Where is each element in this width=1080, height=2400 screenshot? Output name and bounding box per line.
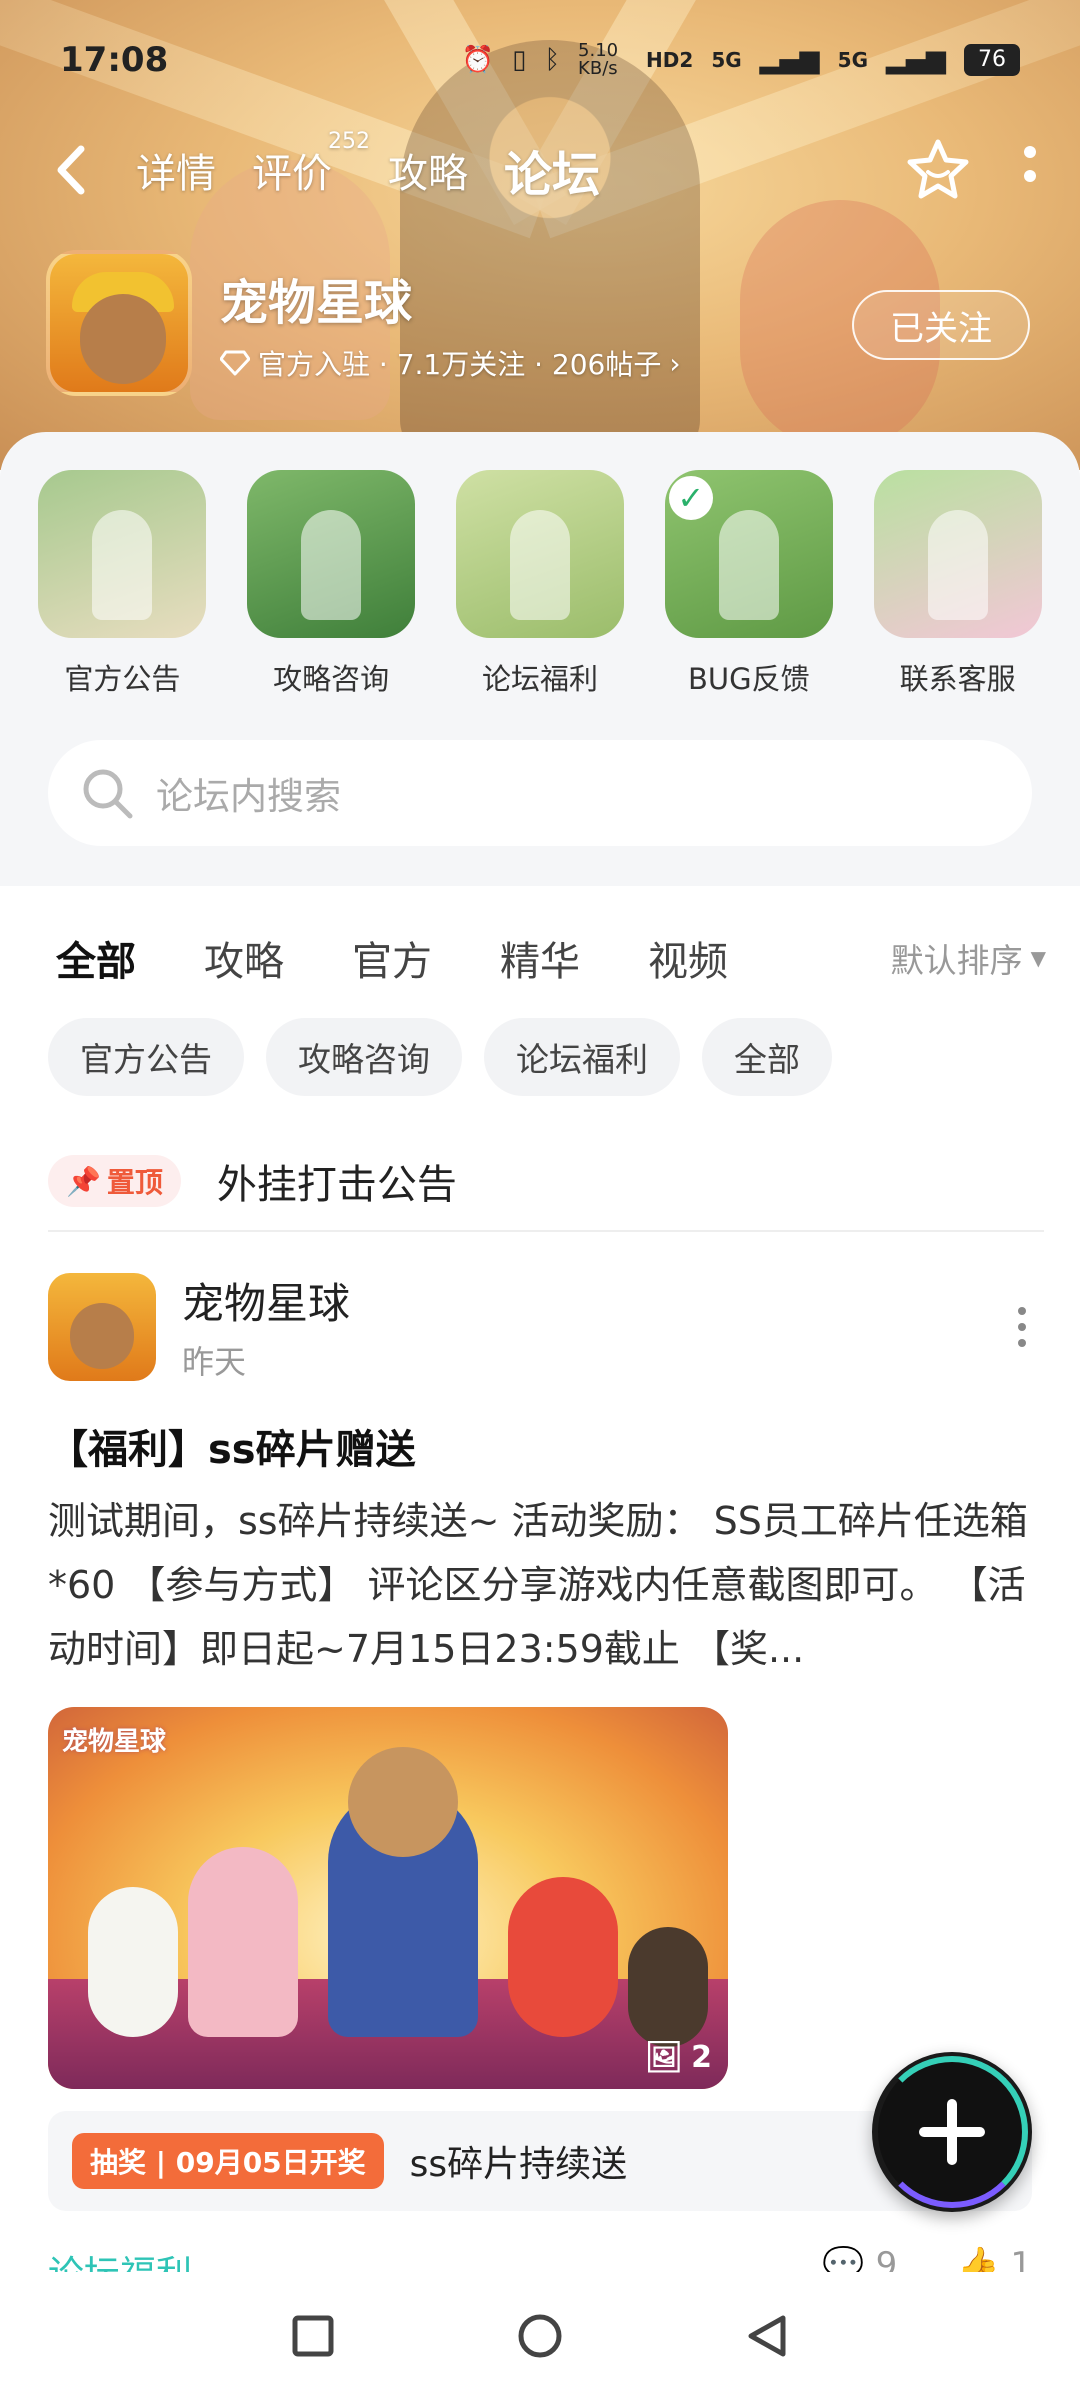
gallery-icon: 🖼 <box>645 2040 684 2075</box>
back-arrow-icon <box>57 145 85 195</box>
pinned-badge: 📌 置顶 <box>48 1155 181 1207</box>
quick-link-image <box>247 470 416 638</box>
post-author: 宠物星球 昨天 <box>48 1270 1032 1383</box>
signal-5g-1: 5G <box>711 48 742 72</box>
author-name[interactable]: 宠物星球 <box>182 1270 350 1331</box>
quick-link-image: ✓ <box>664 470 833 638</box>
screen: { "status_bar": {"time": "17:08", "net_s… <box>0 0 1080 2400</box>
pinned-post[interactable]: 📌 置顶 外挂打击公告 <box>48 1132 1044 1232</box>
home-circle-icon[interactable] <box>516 2312 564 2360</box>
bluetooth-icon: ᛒ <box>544 45 561 75</box>
diamond-icon <box>220 350 250 376</box>
filter-tab-video[interactable]: 视频 <box>648 929 728 987</box>
caret-down-icon: ▼ <box>1030 946 1046 970</box>
search-icon <box>83 769 133 819</box>
chip-guide-consult[interactable]: 攻略咨询 <box>266 1018 462 1096</box>
reviews-count-badge: 252 <box>328 129 370 154</box>
image-count-value: 2 <box>691 2040 712 2075</box>
post-time: 昨天 <box>182 1343 247 1381</box>
net-speed: 5.10 KB/s <box>578 40 619 79</box>
back-triangle-icon[interactable] <box>745 2312 789 2360</box>
signal-5g-2: 5G <box>837 48 868 72</box>
quick-link-bug-feedback[interactable]: ✓ BUG反馈 <box>664 470 834 698</box>
quick-link-label: BUG反馈 <box>687 662 810 696</box>
pin-icon: 📌 <box>66 1164 101 1198</box>
signal-bars-icon: ▂▄▆ <box>759 45 820 75</box>
post-more-icon[interactable] <box>1018 1306 1026 1347</box>
lottery-badge: 抽奖 | 09月05日开奖 <box>72 2133 384 2189</box>
image-logo: 宠物星球 <box>62 1727 167 1757</box>
chip-forum-benefits[interactable]: 论坛福利 <box>484 1018 680 1096</box>
quick-link-label: 攻略咨询 <box>273 662 390 696</box>
status-bar: 17:08 ⏰ ▯ ᛒ 5.10 KB/s HD2 5G ▂▄▆ 5G ▂▄▆ … <box>0 0 1080 120</box>
top-nav: 详情 评价 252 攻略 论坛 <box>0 120 1080 220</box>
vibrate-icon: ▯ <box>512 45 527 75</box>
post-title: 【福利】ss碎片赠送 <box>48 1427 416 1473</box>
chevron-right-icon: › <box>669 346 681 380</box>
filter-tab-guides[interactable]: 攻略 <box>204 929 284 987</box>
quick-link-guide-consult[interactable]: 攻略咨询 <box>246 470 416 698</box>
tab-guides[interactable]: 攻略 <box>388 141 468 199</box>
sort-dropdown[interactable]: 默认排序 ▼ <box>891 934 1046 982</box>
post-body: 测试期间，ss碎片持续送~ 活动奖励： SS员工碎片任选箱*60 【参与方式】 … <box>48 1499 1028 1671</box>
follow-button[interactable]: 已关注 <box>852 290 1030 360</box>
game-meta-text: 官方入驻 · 7.1万关注 · 206帖子 <box>258 348 662 381</box>
filter-tabs: 全部 攻略 官方 精华 视频 默认排序 ▼ <box>56 918 1046 998</box>
image-count: 🖼 2 <box>645 2040 712 2075</box>
pinned-title: 外挂打击公告 <box>216 1162 457 1208</box>
avatar[interactable] <box>48 1272 156 1381</box>
tab-reviews[interactable]: 评价 252 <box>252 129 370 199</box>
chip-all[interactable]: 全部 <box>702 1018 832 1096</box>
create-post-button[interactable] <box>872 2052 1032 2212</box>
tab-details[interactable]: 详情 <box>136 141 216 199</box>
recents-square-icon[interactable] <box>291 2314 335 2358</box>
more-vertical-icon[interactable] <box>1020 140 1040 200</box>
favorite-star-icon[interactable] <box>906 138 970 202</box>
hd-icon: HD2 <box>646 48 694 72</box>
tab-reviews-label: 评价 <box>252 151 332 197</box>
signal-bars-icon-2: ▂▄▆ <box>886 45 946 75</box>
quick-link-contact-support[interactable]: 联系客服 <box>873 470 1043 698</box>
quick-link-image <box>873 470 1042 638</box>
system-nav-bar <box>0 2272 1080 2400</box>
quick-link-announcements[interactable]: 官方公告 <box>37 470 207 698</box>
lottery-text: ss碎片持续送 <box>409 2144 628 2185</box>
quick-links: 官方公告 攻略咨询 论坛福利 ✓ BUG反馈 联系客服 <box>0 470 1080 698</box>
back-button[interactable] <box>40 140 100 200</box>
filter-tab-official[interactable]: 官方 <box>352 929 432 987</box>
forum-search-bar[interactable]: 论坛内搜索 <box>48 740 1032 846</box>
quick-link-label: 论坛福利 <box>481 662 598 696</box>
pinned-badge-label: 置顶 <box>106 1166 163 1199</box>
quick-link-label: 联系客服 <box>899 662 1016 696</box>
tab-forum[interactable]: 论坛 <box>499 135 605 205</box>
game-name: 宠物星球 <box>220 275 413 331</box>
filter-tab-featured[interactable]: 精华 <box>500 929 580 987</box>
post-image[interactable]: 宠物星球 🖼 2 <box>48 1707 728 2089</box>
search-placeholder: 论坛内搜索 <box>156 775 341 818</box>
game-icon[interactable] <box>46 250 192 396</box>
content-sheet: 官方公告 攻略咨询 论坛福利 ✓ BUG反馈 联系客服 论坛内搜索 <box>0 432 1080 886</box>
game-meta[interactable]: 官方入驻 · 7.1万关注 · 206帖子 › <box>220 343 681 383</box>
post-card[interactable]: 宠物星球 昨天 【福利】ss碎片赠送 测试期间，ss碎片持续送~ 活动奖励： S… <box>48 1270 1032 2211</box>
plus-icon <box>919 2099 985 2165</box>
category-chips: 官方公告 攻略咨询 论坛福利 全部 <box>48 1018 832 1096</box>
quick-link-label: 官方公告 <box>64 662 181 696</box>
quick-link-image <box>455 470 624 638</box>
quick-link-forum-benefits[interactable]: 论坛福利 <box>455 470 625 698</box>
filter-tab-all[interactable]: 全部 <box>56 929 136 993</box>
alarm-icon: ⏰ <box>461 45 495 75</box>
quick-link-image <box>38 470 207 638</box>
sort-label: 默认排序 <box>890 941 1023 980</box>
check-icon: ✓ <box>668 476 713 520</box>
game-header: 宠物星球 官方入驻 · 7.1万关注 · 206帖子 › <box>46 250 681 396</box>
status-time: 17:08 <box>60 40 169 80</box>
battery-icon: 76 <box>964 44 1020 76</box>
chip-announcements[interactable]: 官方公告 <box>48 1018 244 1096</box>
